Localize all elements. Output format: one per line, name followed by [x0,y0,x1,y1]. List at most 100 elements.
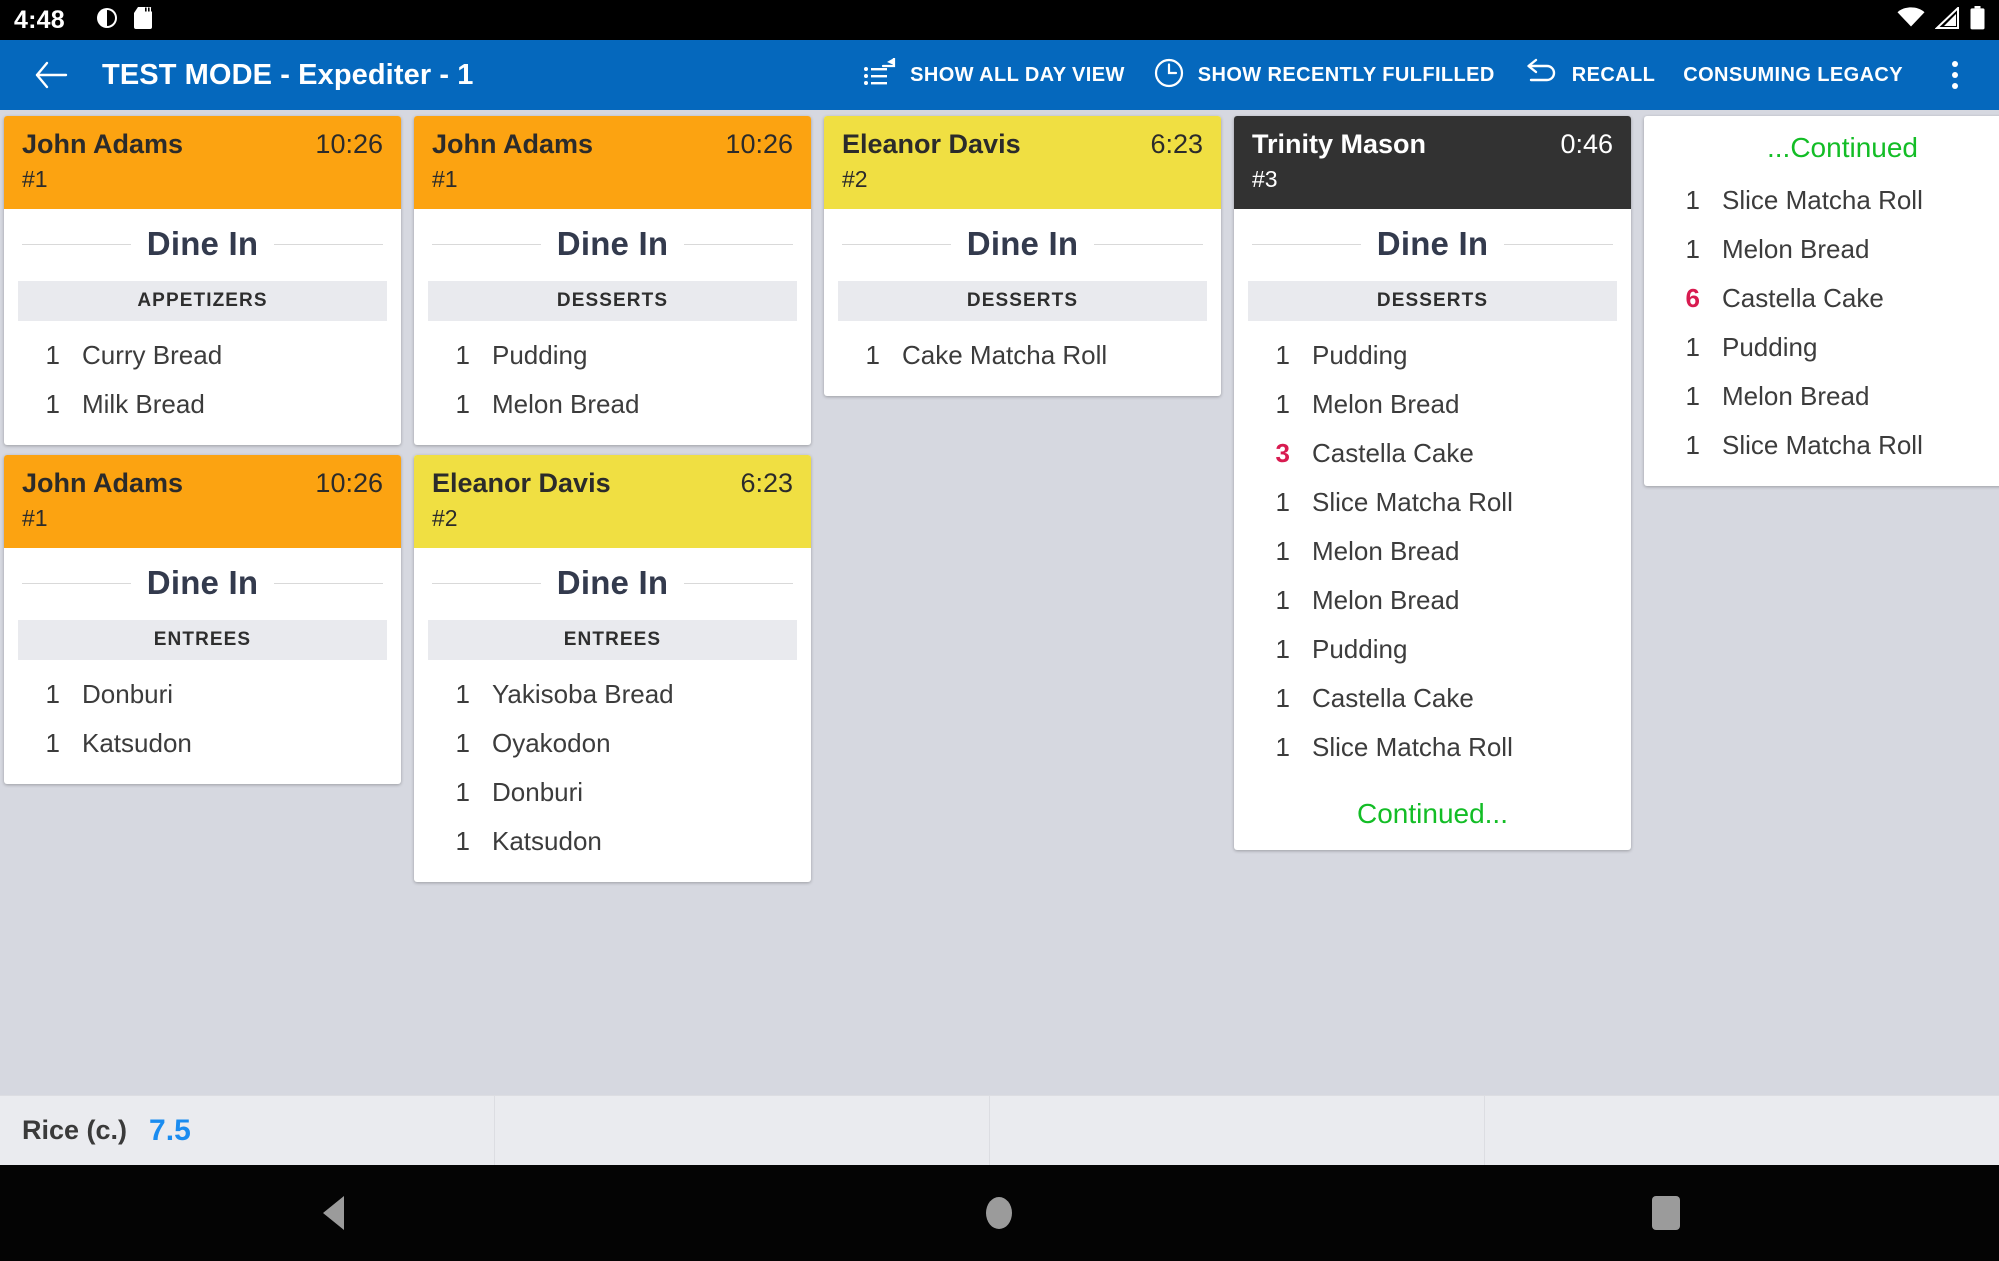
nav-back-icon[interactable] [0,1196,666,1230]
list-item[interactable]: 1 Katsudon [414,817,811,866]
show-all-day-view-button[interactable]: SHOW ALL DAY VIEW [849,50,1139,101]
item-quantity: 6 [1685,283,1700,313]
status-clock: 4:48 [14,5,65,34]
order-ticket-continuation[interactable]: ...Continued 1 Slice Matcha Roll 1 Melon… [1644,116,1999,486]
status-bar-left: 4:48 [14,6,155,35]
app-bar-actions: SHOW ALL DAY VIEW SHOW RECENTLY FULFILLE… [849,49,1979,102]
order-type: Dine In [966,225,1079,262]
item-name: Melon Bread [1312,389,1460,419]
list-item[interactable]: 1 Slice Matcha Roll [1234,723,1631,772]
list-item[interactable]: 1 Cake Matcha Roll [824,331,1221,380]
list-item[interactable]: 1 Milk Bread [4,380,401,429]
all-day-summary-bar: Rice (c.) 7.5 [0,1095,1999,1165]
item-quantity: 1 [45,679,60,709]
order-ticket[interactable]: Trinity Mason 0:46 #3 Dine In DESSERTS 1 [1234,116,1631,850]
nav-home-icon[interactable] [666,1197,1332,1229]
order-type: Dine In [556,225,669,262]
list-item[interactable]: 1 Pudding [1234,331,1631,380]
ticket-items: 1 Slice Matcha Roll 1 Melon Bread 6 Cast… [1644,170,1999,486]
list-item[interactable]: 1 Slice Matcha Roll [1644,421,1999,470]
item-name: Melon Bread [1722,381,1870,411]
customer-name: Eleanor Davis [842,129,1021,159]
item-name: Oyakodon [492,728,611,758]
board-column: Eleanor Davis 6:23 #2 Dine In DESSERTS 1 [824,116,1221,396]
continued-footer: Continued... [1357,798,1508,829]
item-quantity: 1 [1275,683,1290,713]
customer-name: John Adams [432,129,594,159]
order-ticket[interactable]: John Adams 10:26 #1 Dine In ENTREES 1 Do… [4,455,401,784]
item-name: Curry Bread [82,340,223,370]
divider-left [432,582,541,584]
order-ticket[interactable]: Eleanor Davis 6:23 #2 Dine In ENTREES 1 [414,455,811,882]
divider-right [1504,243,1613,245]
ticket-header: Eleanor Davis 6:23 #2 [824,116,1221,209]
device-screen: 4:48 TEST MODE - Expediter - 1 SHOW ALL … [0,0,1999,1261]
list-item[interactable]: 1 Melon Bread [414,380,811,429]
divider-right [274,582,383,584]
item-quantity: 1 [1275,536,1290,566]
do-not-disturb-icon [95,6,119,35]
order-type: Dine In [146,225,259,262]
list-item[interactable]: 1 Katsudon [4,719,401,768]
board-column: John Adams 10:26 #1 Dine In DESSERTS 1 P… [414,116,811,882]
item-name: Slice Matcha Roll [1312,487,1513,517]
list-item[interactable]: 1 Slice Matcha Roll [1234,478,1631,527]
course-header: ENTREES [18,620,387,660]
more-vertical-icon[interactable] [1931,51,1979,99]
list-item[interactable]: 1 Pudding [414,331,811,380]
list-item[interactable]: 1 Melon Bread [1234,576,1631,625]
list-item[interactable]: 1 Melon Bread [1644,225,1999,274]
board-column: John Adams 10:26 #1 Dine In APPETIZERS 1 [4,116,401,784]
order-ticket[interactable]: John Adams 10:26 #1 Dine In DESSERTS 1 P… [414,116,811,445]
item-quantity: 1 [1275,340,1290,370]
list-item[interactable]: 1 Oyakodon [414,719,811,768]
order-ticket[interactable]: Eleanor Davis 6:23 #2 Dine In DESSERTS 1 [824,116,1221,396]
order-timer: 10:26 [725,129,793,159]
item-name: Donburi [492,777,584,807]
table-number: #3 [1252,166,1278,192]
item-name: Melon Bread [1312,585,1460,615]
list-item[interactable]: 1 Donburi [4,670,401,719]
list-item[interactable]: 1 Yakisoba Bread [414,670,811,719]
show-recently-fulfilled-button[interactable]: SHOW RECENTLY FULFILLED [1139,49,1509,102]
android-status-bar: 4:48 [0,0,1999,40]
list-item[interactable]: 1 Melon Bread [1644,372,1999,421]
list-item[interactable]: 1 Pudding [1644,323,1999,372]
wifi-icon [1897,6,1925,34]
order-timer: 0:46 [1560,129,1613,159]
item-name: Slice Matcha Roll [1722,430,1923,460]
list-item[interactable]: 1 Slice Matcha Roll [1644,176,1999,225]
sd-card-icon [133,6,155,35]
list-item[interactable]: 1 Donburi [414,768,811,817]
item-name: Pudding [1312,340,1408,370]
summary-cell[interactable] [1485,1096,1999,1165]
order-type-row: Dine In [414,548,811,612]
order-type: Dine In [556,564,669,601]
order-ticket[interactable]: John Adams 10:26 #1 Dine In APPETIZERS 1 [4,116,401,445]
battery-icon [1970,5,1985,35]
order-type-row: Dine In [824,209,1221,273]
ticket-items: 1 Donburi 1 Katsudon [4,664,401,784]
course-header: APPETIZERS [18,281,387,321]
customer-name: John Adams [22,129,184,159]
list-item[interactable]: 1 Melon Bread [1234,380,1631,429]
list-item[interactable]: 1 Melon Bread [1234,527,1631,576]
item-quantity: 1 [45,340,60,370]
list-item[interactable]: 1 Curry Bread [4,331,401,380]
item-quantity: 1 [1275,634,1290,664]
table-number: #1 [22,166,48,192]
list-item[interactable]: 1 Castella Cake [1234,674,1631,723]
nav-recents-icon[interactable] [1333,1196,1999,1230]
summary-cell[interactable] [495,1096,990,1165]
recall-button[interactable]: RECALL [1509,50,1670,101]
list-item[interactable]: 6 Castella Cake [1644,274,1999,323]
item-quantity: 1 [455,826,470,856]
summary-cell[interactable]: Rice (c.) 7.5 [0,1096,495,1165]
back-arrow-icon[interactable] [28,52,74,98]
consuming-legacy-button[interactable]: CONSUMING LEGACY [1669,56,1917,95]
list-item[interactable]: 3 Castella Cake [1234,429,1631,478]
summary-cell[interactable] [990,1096,1485,1165]
item-name: Donburi [82,679,174,709]
list-item[interactable]: 1 Pudding [1234,625,1631,674]
status-bar-right [1897,5,1985,35]
